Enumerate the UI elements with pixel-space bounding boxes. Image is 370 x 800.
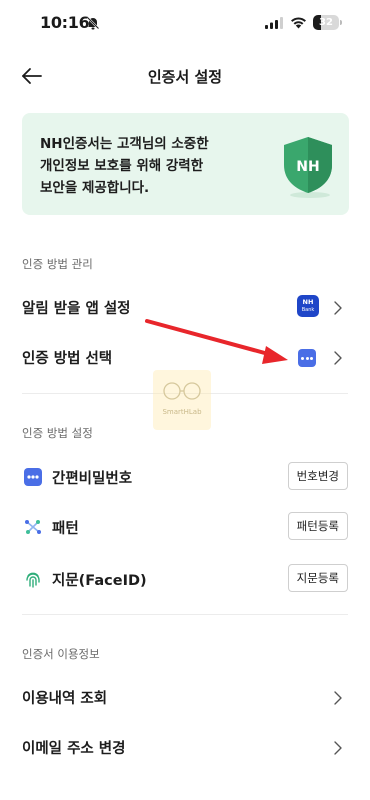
row-notification-app-setting[interactable]: 알림 받을 앱 설정 NH Bank bbox=[0, 285, 370, 331]
chevron-right-icon bbox=[334, 301, 342, 315]
banner-text: NH인증서는 고객님의 소중한 개인정보 보호를 위해 강력한 보안을 제공합니… bbox=[40, 133, 250, 199]
banner-line-2: 개인정보 보호를 위해 강력한 bbox=[40, 158, 204, 174]
status-time: 10:16 bbox=[40, 13, 90, 32]
dots-icon bbox=[298, 349, 316, 367]
register-fingerprint-button[interactable]: 지문등록 bbox=[287, 564, 348, 592]
battery-level: 32 bbox=[319, 17, 333, 28]
change-password-button[interactable]: 번호변경 bbox=[287, 462, 348, 490]
pattern-icon bbox=[25, 520, 41, 534]
method-row-pattern: 패턴 패턴등록 bbox=[0, 504, 370, 550]
bell-off-icon bbox=[86, 16, 100, 30]
header: 인증서 설정 bbox=[0, 54, 370, 98]
method-label: 간편비밀번호 bbox=[52, 471, 133, 487]
page-title: 인증서 설정 bbox=[147, 68, 223, 86]
method-label: 패턴 bbox=[52, 521, 79, 537]
row-label: 이메일 주소 변경 bbox=[22, 741, 126, 757]
divider bbox=[22, 614, 348, 615]
method-label: 지문(FaceID) bbox=[52, 573, 147, 589]
shield-icon: NH bbox=[284, 137, 332, 198]
section-label-manage: 인증 방법 관리 bbox=[22, 257, 93, 271]
section-label-methods: 인증 방법 설정 bbox=[22, 426, 93, 440]
row-label: 인증 방법 선택 bbox=[22, 351, 113, 367]
chevron-right-icon bbox=[334, 351, 342, 365]
watermark-logo: SmartHLab bbox=[153, 370, 211, 430]
watermark-text: SmartHLab bbox=[162, 408, 202, 416]
wifi-icon bbox=[291, 17, 306, 29]
banner-line-1: NH인증서는 고객님의 소중한 bbox=[40, 136, 209, 152]
fingerprint-icon bbox=[26, 572, 40, 588]
row-label: 알림 받을 앱 설정 bbox=[22, 301, 131, 317]
nh-bank-icon-subtext: Bank bbox=[301, 307, 315, 313]
chevron-right-icon bbox=[334, 741, 342, 755]
battery-indicator: 32 bbox=[313, 15, 339, 30]
status-bar: 10:16 32 bbox=[0, 0, 370, 50]
info-banner: NH인증서는 고객님의 소중한 개인정보 보호를 위해 강력한 보안을 제공합니… bbox=[22, 113, 349, 215]
section-label-usage: 인증서 이용정보 bbox=[22, 647, 100, 661]
row-usage-history[interactable]: 이용내역 조회 bbox=[0, 675, 370, 721]
method-row-fingerprint: 지문(FaceID) 지문등록 bbox=[0, 556, 370, 602]
nh-bank-icon-text: NH bbox=[302, 298, 314, 306]
row-label: 이용내역 조회 bbox=[22, 691, 108, 707]
nh-bank-app-icon: NH Bank bbox=[297, 295, 319, 317]
banner-line-3: 보안을 제공합니다. bbox=[40, 180, 150, 196]
method-row-simple-password: 간편비밀번호 번호변경 bbox=[0, 454, 370, 500]
dots-icon bbox=[24, 468, 42, 486]
battery-cap bbox=[340, 20, 342, 25]
register-pattern-button[interactable]: 패턴등록 bbox=[287, 512, 348, 540]
chevron-right-icon bbox=[334, 691, 342, 705]
shield-text: NH bbox=[296, 159, 319, 175]
signal-icon bbox=[265, 17, 283, 29]
row-change-email[interactable]: 이메일 주소 변경 bbox=[0, 725, 370, 771]
